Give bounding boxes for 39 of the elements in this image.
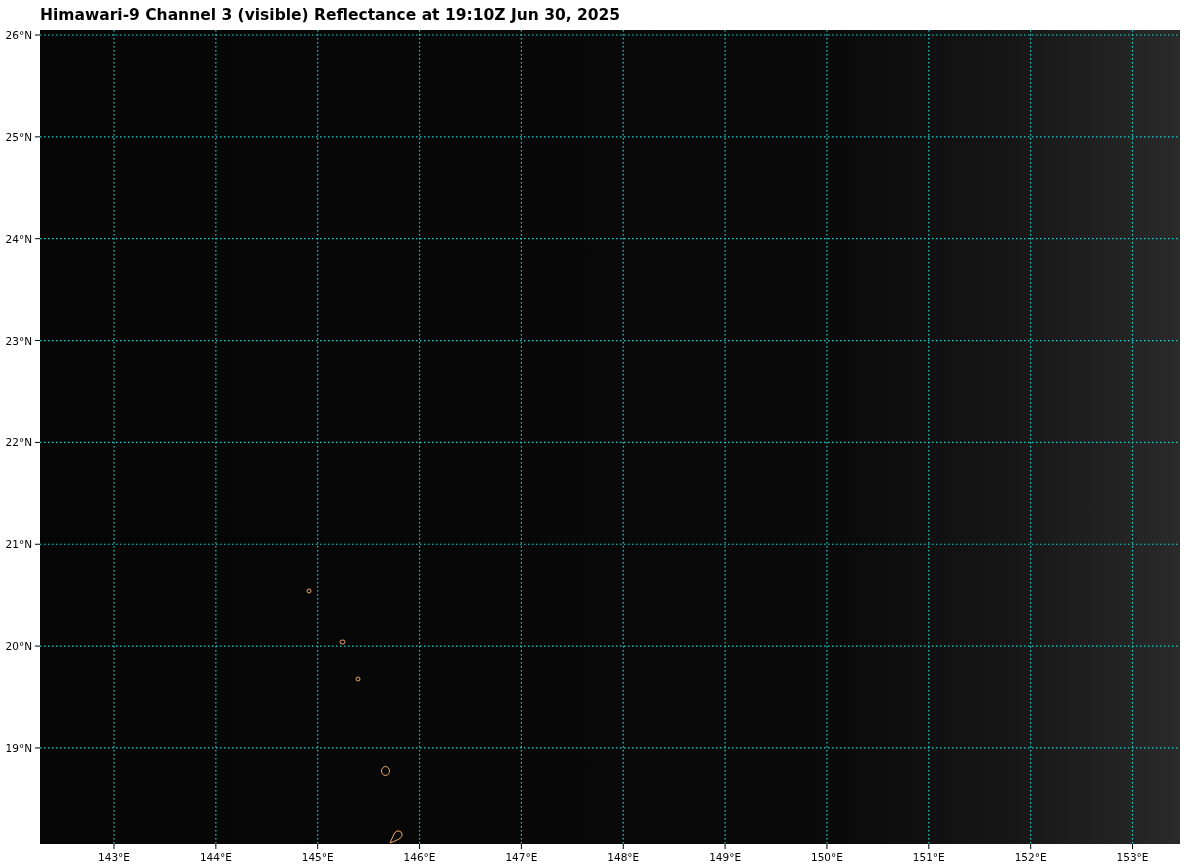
tick-mark [34, 34, 41, 36]
latitude-label: 23°N [5, 334, 32, 347]
tick-mark [1132, 843, 1133, 850]
tick-mark [34, 136, 41, 138]
latitude-label: 22°N [5, 436, 32, 449]
tick-mark [34, 645, 41, 647]
chart-title: Himawari-9 Channel 3 (visible) Reflectance at 19:10Z Jun 30, 2025 [40, 6, 621, 24]
tick-mark [113, 843, 115, 850]
tick-mark [826, 843, 828, 850]
longitude-label: 143°E [98, 851, 130, 863]
longitude-label: 152°E [1014, 851, 1047, 863]
longitude-label: 153°E [1116, 851, 1149, 863]
tick-mark [34, 340, 41, 342]
tick-mark [419, 843, 421, 850]
latitude-label: 24°N [5, 232, 32, 245]
tick-mark [928, 843, 930, 850]
latitude-label: 25°N [5, 130, 32, 143]
latitude-label: 26°N [5, 30, 32, 41]
tick-mark [317, 843, 319, 850]
longitude-label: 144°E [199, 851, 232, 863]
latitude-label: 21°N [5, 538, 32, 551]
tick-mark [622, 843, 624, 850]
tick-mark [724, 843, 726, 850]
tick-mark [34, 238, 41, 240]
latitude-label: 20°N [5, 640, 32, 653]
longitude-label: 146°E [403, 851, 436, 863]
longitude-label: 149°E [709, 851, 742, 863]
tick-mark [215, 843, 217, 850]
tick-mark [34, 747, 41, 749]
latitude-label: 19°N [5, 741, 32, 754]
longitude-label: 145°E [301, 851, 334, 863]
tick-mark [520, 843, 522, 850]
longitude-label: 147°E [505, 851, 538, 863]
tick-mark [34, 543, 41, 545]
tick-mark [1030, 843, 1032, 850]
longitude-label: 151°E [912, 851, 945, 863]
longitude-label: 150°E [811, 851, 843, 863]
longitude-label: 148°E [607, 851, 640, 863]
tick-mark [34, 441, 41, 443]
